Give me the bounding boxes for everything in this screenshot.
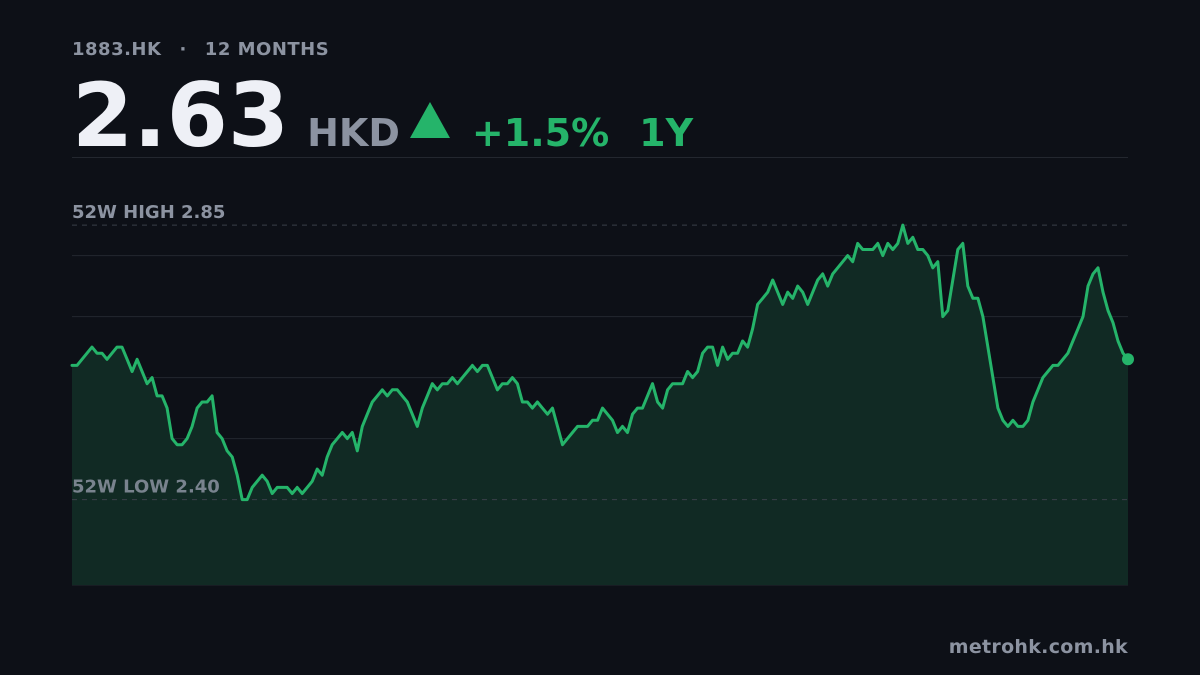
source-label: metrohk.com.hk xyxy=(948,636,1128,658)
low-reference-label: 52W LOW 2.40 xyxy=(72,477,220,498)
price-chart: 52W HIGH 2.85 52W LOW 2.40 xyxy=(70,202,1134,586)
high-reference-label: 52W HIGH 2.85 xyxy=(72,202,225,223)
last-price-marker xyxy=(1122,353,1134,366)
price-area-fill xyxy=(72,225,1128,585)
